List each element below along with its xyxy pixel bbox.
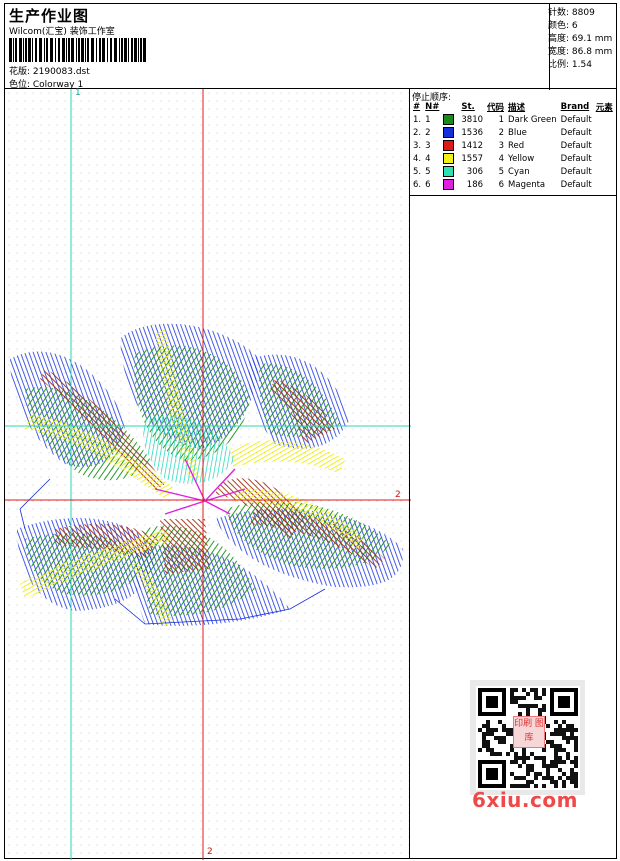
row-n: 6 [425,179,431,190]
stat-stitches: 针数: 8809 [548,8,595,18]
row-element [594,139,615,152]
color-swatch [443,127,455,138]
row-n: 1 [425,114,431,125]
row-element [594,178,615,191]
row-stitches: 3810 [461,114,484,125]
stat-height: 高度: 69.1 mm [548,34,613,44]
stop-sequence-box: 停止顺序: # N# St. 代码 描述 Brand 元素 1. 1 3810 1 Da… [410,89,616,196]
stat-width: 宽度: 86.8 mm [548,47,613,57]
row-code: 2 [498,127,505,138]
stat-colors: 颜色: 6 [548,21,578,31]
swatch-cell [441,113,459,126]
col-element: 元素 [595,103,613,113]
row-index: 6. [413,179,422,190]
table-row: 4. 4 1557 4 Yellow Default [411,152,615,165]
row-index: 2. [413,127,422,138]
design-file: 花版: 2190083.dst [9,67,90,77]
row-desc: Red [508,140,525,151]
row-code: 5 [498,166,505,177]
barcode [9,38,146,62]
row-desc: Magenta [508,179,546,190]
row-n: 4 [425,153,431,164]
axis-label-top: 1 [75,88,81,98]
row-index: 5. [413,166,422,177]
header-panel: 生产作业图 Wilcom(汇宝) 装饰工作室 花版: 2190083.dst 色… [4,3,617,90]
swatch-cell [441,165,459,178]
row-index: 1. [413,114,422,125]
company-name: Wilcom(汇宝) 装饰工作室 [9,27,115,37]
stat-ratio: 比例: 1.54 [548,60,592,70]
row-brand: Default [560,114,592,125]
row-stitches: 1536 [461,127,484,138]
row-code: 1 [498,114,505,125]
row-code: 6 [498,179,505,190]
row-desc: Yellow [508,153,535,164]
row-element [594,113,615,126]
row-code: 3 [498,140,505,151]
table-row: 3. 3 1412 3 Red Default [411,139,615,152]
swatch-cell [441,126,459,139]
table-row: 5. 5 306 5 Cyan Default [411,165,615,178]
qr-code: 印刷 图库 [470,680,585,795]
col-code: 代码 [487,103,505,113]
row-desc: Dark Green [508,114,557,125]
col-desc: 描述 [508,103,526,113]
color-swatch [443,114,455,125]
col-index: # [413,102,421,112]
swatch-cell [441,139,459,152]
table-row: 6. 6 186 6 Magenta Default [411,178,615,191]
row-stitches: 306 [466,166,484,177]
row-stitches: 186 [466,179,484,190]
row-n: 2 [425,127,431,138]
row-index: 3. [413,140,422,151]
row-brand: Default [560,166,592,177]
design-canvas[interactable]: 1 2 2 [4,88,411,860]
row-desc: Blue [508,127,527,138]
flower-embroidery [10,323,404,626]
row-stitches: 1557 [461,153,484,164]
swatch-cell [441,152,459,165]
axis-label-right: 2 [395,490,401,500]
col-brand: Brand [560,102,590,112]
row-brand: Default [560,153,592,164]
row-element [594,152,615,165]
row-index: 4. [413,153,422,164]
col-n: N# [425,102,440,112]
row-desc: Cyan [508,166,530,177]
color-swatch [443,166,455,177]
stop-sequence-table: # N# St. 代码 描述 Brand 元素 1. 1 3810 1 Dark Gre… [411,101,615,191]
table-row: 2. 2 1536 2 Blue Default [411,126,615,139]
color-swatch [443,140,455,151]
row-element [594,165,615,178]
row-stitches: 1412 [461,140,484,151]
row-n: 3 [425,140,431,151]
row-brand: Default [560,127,592,138]
qr-badge: 印刷 图库 [513,716,545,748]
row-brand: Default [560,179,592,190]
color-swatch [443,179,455,190]
row-element [594,126,615,139]
watermark-logo: 6xiu.com [472,788,578,812]
design-preview [5,89,411,860]
row-brand: Default [560,140,592,151]
table-row: 1. 1 3810 1 Dark Green Default [411,113,615,126]
col-stitches: St. [461,102,475,112]
page-title: 生产作业图 [9,7,90,25]
axis-label-bottom: 2 [207,847,213,857]
color-swatch [443,153,455,164]
swatch-cell [441,178,459,191]
row-n: 5 [425,166,431,177]
row-code: 4 [498,153,505,164]
